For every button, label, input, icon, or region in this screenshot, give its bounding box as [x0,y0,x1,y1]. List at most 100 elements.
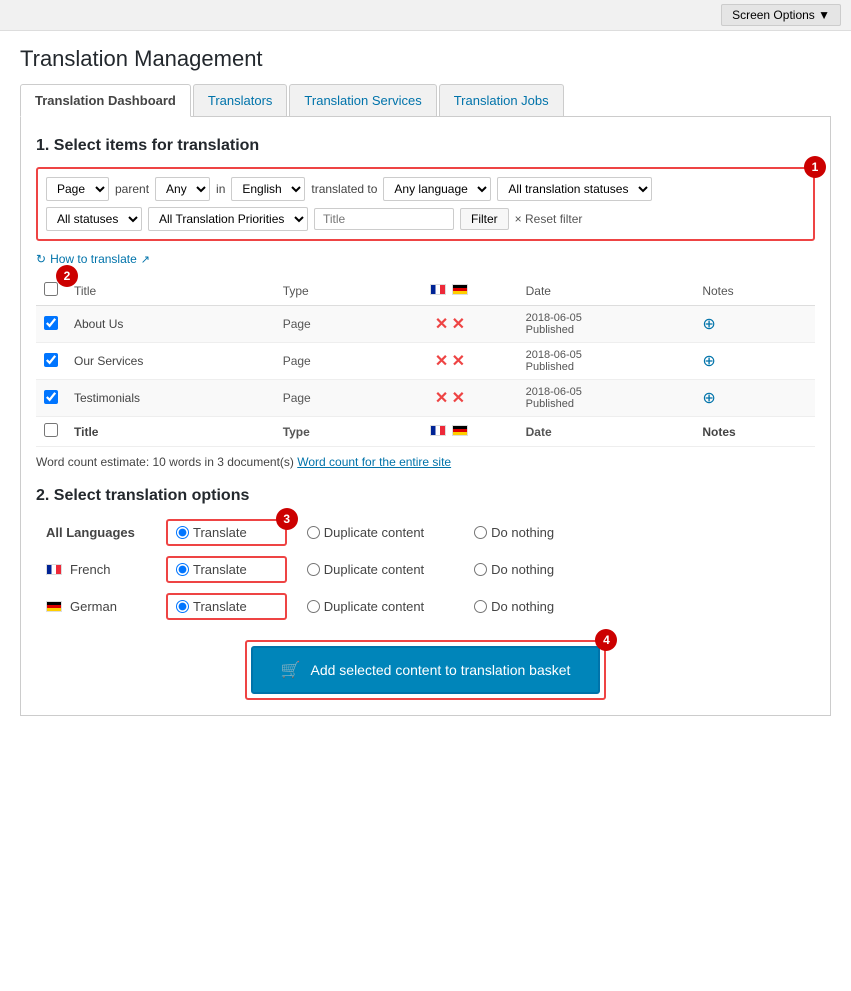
row-notes-2[interactable]: ⊕ [694,343,815,380]
all-languages-radios: Translate 3 Duplicate content Do nothing [166,519,584,546]
col-notes-footer: Notes [694,417,815,447]
row-type-3: Page [275,380,383,417]
word-count-text: Word count estimate: 10 words in 3 docum… [36,455,815,469]
all-statuses-select[interactable]: All translation statuses [497,177,652,201]
fr-status-2: ✕ [435,353,448,370]
french-flag-header [430,284,446,295]
row-checkbox-3[interactable] [44,390,58,404]
col-type-footer: Type [275,417,383,447]
all-languages-label: All Languages [36,525,166,540]
translate-radio-fr[interactable] [176,563,189,576]
word-count-link[interactable]: Word count for the entire site [297,455,451,469]
col-date-header: Date [518,276,695,306]
row-checkbox-2[interactable] [44,353,58,367]
german-lang-label: German [70,599,117,614]
nothing-radio-all[interactable] [474,526,487,539]
german-radios: Translate Duplicate content Do nothing [166,593,584,620]
in-label: in [216,182,225,196]
table-row: Our Services Page ✕ ✕ 2018-06-05 Publish… [36,343,815,380]
row-title-3: Testimonials [66,380,275,417]
duplicate-label-de: Duplicate content [324,599,424,614]
row-notes-1[interactable]: ⊕ [694,306,815,343]
translate-box-alllang: Translate [166,519,287,546]
language-select[interactable]: English [231,177,305,201]
section2-title: 2. Select translation options [36,487,815,505]
duplicate-radio-fr[interactable] [307,563,320,576]
tab-dashboard[interactable]: Translation Dashboard [20,84,191,117]
notes-icon-2[interactable]: ⊕ [702,353,715,370]
content-type-select[interactable]: Page [46,177,109,201]
row-flags-3: ✕ ✕ [382,380,517,417]
col-title-header: Title [66,276,275,306]
french-flag-footer [430,425,446,436]
filter-row-1: Page parent Any in English translated to… [46,177,805,201]
how-to-translate-link[interactable]: ↻ How to translate ↗ [36,252,150,266]
help-icon: ↻ [36,252,46,266]
translate-option-fr: Translate [176,562,247,577]
col-date-footer: Date [518,417,695,447]
col-flags-footer [382,417,517,447]
notes-icon-3[interactable]: ⊕ [702,390,715,407]
tab-translators[interactable]: Translators [193,84,288,116]
section1-title: 1. Select items for translation [36,137,815,155]
duplicate-label-all: Duplicate content [324,525,424,540]
row-flags-1: ✕ ✕ [382,306,517,343]
external-link-icon: ↗ [141,253,150,266]
nothing-label-all: Do nothing [491,525,554,540]
tab-services[interactable]: Translation Services [289,84,436,116]
de-status-3: ✕ [452,390,465,407]
translate-option-de: Translate [176,599,247,614]
notes-icon-1[interactable]: ⊕ [702,316,715,333]
step-badge-2: 2 [56,265,78,287]
parent-select[interactable]: Any [155,177,210,201]
reset-filter-link[interactable]: × Reset filter [515,212,583,226]
nothing-option-de: Do nothing [474,599,554,614]
select-all-footer-checkbox[interactable] [44,423,58,437]
german-flag-option [46,601,62,612]
nothing-radio-de[interactable] [474,600,487,613]
translate-box-fr: Translate [166,556,287,583]
title-filter-input[interactable] [314,208,454,230]
status-select[interactable]: All statuses [46,207,142,231]
screen-options-button[interactable]: Screen Options ▼ [721,4,841,26]
row-date-3: 2018-06-05 Published [518,380,695,417]
row-type-1: Page [275,306,383,343]
nothing-option-fr: Do nothing [474,562,554,577]
row-checkbox-1[interactable] [44,316,58,330]
row-notes-3[interactable]: ⊕ [694,380,815,417]
row-flags-2: ✕ ✕ [382,343,517,380]
duplicate-radio-de[interactable] [307,600,320,613]
row-title-1: About Us [66,306,275,343]
french-flag-option [46,564,62,575]
parent-label: parent [115,182,149,196]
any-language-select[interactable]: Any language [383,177,491,201]
content-area: 1. Select items for translation Page par… [20,117,831,716]
select-all-checkbox[interactable] [44,282,58,296]
priorities-select[interactable]: All Translation Priorities [148,207,308,231]
tab-bar: Translation Dashboard Translators Transl… [20,84,831,117]
table-row: About Us Page ✕ ✕ 2018-06-05 Published ⊕ [36,306,815,343]
row-title-2: Our Services [66,343,275,380]
col-notes-header: Notes [694,276,815,306]
de-status-2: ✕ [452,353,465,370]
row-date-2: 2018-06-05 Published [518,343,695,380]
nothing-label-fr: Do nothing [491,562,554,577]
translate-radio-de[interactable] [176,600,189,613]
german-flag-icon [452,284,468,295]
step-badge-1: 1 [804,156,826,178]
duplicate-radio-all[interactable] [307,526,320,539]
add-to-basket-button[interactable]: 🛒 Add selected content to translation ba… [251,646,601,694]
nothing-radio-fr[interactable] [474,563,487,576]
de-status-1: ✕ [452,316,465,333]
translate-label-all: Translate [193,525,247,540]
translate-radio-all[interactable] [176,526,189,539]
items-table: Title Type Date Notes [36,276,815,447]
translate-option-all: Translate [176,525,247,540]
cart-icon: 🛒 [281,660,301,680]
translated-to-label: translated to [311,182,377,196]
german-row: German Translate Duplicate content [36,593,815,620]
help-link-label: How to translate [50,252,137,266]
filter-button[interactable]: Filter [460,208,509,230]
tab-jobs[interactable]: Translation Jobs [439,84,564,116]
german-flag-header [452,284,470,298]
